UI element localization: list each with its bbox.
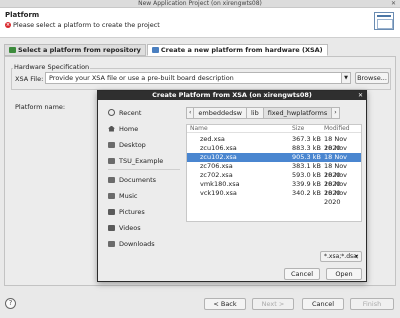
places-separator: [108, 169, 180, 170]
browse-button[interactable]: Browse...: [355, 72, 389, 84]
place-label: Pictures: [119, 207, 145, 216]
wizard-footer: ? < Back Next > Cancel Finish: [0, 292, 400, 318]
clock-icon: [108, 109, 115, 116]
error-icon: ×: [5, 22, 11, 28]
help-icon[interactable]: ?: [5, 298, 16, 309]
place-downloads[interactable]: Downloads: [104, 238, 180, 249]
breadcrumb-item-current[interactable]: fixed_hwplatforms: [262, 107, 333, 119]
dialog-close-icon[interactable]: ✕: [358, 91, 363, 100]
dialog-title-text: Create Platform from XSA (on xirengwts08…: [152, 91, 312, 99]
place-recent[interactable]: Recent: [104, 107, 180, 118]
place-documents[interactable]: Documents: [104, 174, 180, 185]
dialog-title: Create Platform from XSA (on xirengwts08…: [98, 91, 366, 100]
file-row[interactable]: zc706.xsa 383.1 kB 18 Nov 2020: [187, 162, 361, 179]
platform-tabs: Select a platform from repository Create…: [4, 44, 329, 56]
file-row[interactable]: zcu106.xsa 883.3 kB 18 Nov 2020: [187, 144, 361, 161]
videos-icon: [108, 224, 115, 231]
file-size: 340.2 kB: [292, 189, 321, 197]
file-row-selected[interactable]: zcu102.xsa 905.3 kB 18 Nov 2020: [187, 153, 361, 170]
window-close-icon[interactable]: ✕: [391, 0, 396, 8]
platform-name-label: Platform name:: [15, 103, 66, 111]
next-button[interactable]: Next >: [252, 298, 294, 310]
repository-icon: [9, 47, 16, 53]
file-size: 339.9 kB: [292, 180, 321, 188]
xsa-file-input[interactable]: Provide your XSA file or use a pre-built…: [45, 72, 351, 84]
file-name: zc702.xsa: [200, 171, 233, 179]
place-music[interactable]: Music: [104, 190, 180, 201]
file-size: 883.3 kB: [292, 144, 321, 152]
file-row[interactable]: zed.xsa 367.3 kB 18 Nov 2020: [187, 135, 361, 152]
tab-label: Select a platform from repository: [18, 45, 141, 54]
place-desktop[interactable]: Desktop: [104, 139, 180, 150]
dialog-cancel-button[interactable]: Cancel: [284, 268, 320, 280]
filter-value: *.xsa;*.dsa;: [324, 253, 359, 260]
place-label: Documents: [119, 175, 157, 184]
tab-label: Create a new platform from hardware (XSA…: [160, 45, 323, 54]
downloads-icon: [108, 240, 115, 247]
file-modified: 18 Nov 2020: [324, 189, 348, 206]
place-label: Music: [119, 191, 138, 200]
file-name: zed.xsa: [200, 135, 225, 143]
home-icon: [108, 125, 115, 132]
hardware-spec-title: Hardware Specification: [13, 63, 91, 71]
tab-create-platform[interactable]: Create a new platform from hardware (XSA…: [146, 44, 328, 56]
header-message-text: Please select a platform to create the p…: [13, 21, 160, 29]
breadcrumb-forward-button[interactable]: ›: [331, 107, 340, 119]
folder-icon: [108, 157, 115, 164]
wizard-header: Platform × Please select a platform to c…: [0, 8, 400, 38]
column-modified[interactable]: Modified: [324, 125, 350, 133]
place-home[interactable]: Home: [104, 123, 180, 134]
wizard-banner-icon: [374, 12, 394, 30]
back-button[interactable]: < Back: [204, 298, 246, 310]
file-row[interactable]: vck190.xsa 340.2 kB 18 Nov 2020: [187, 189, 361, 206]
place-label: Downloads: [119, 239, 155, 248]
file-size: 383.1 kB: [292, 162, 321, 170]
file-filter-dropdown[interactable]: *.xsa;*.dsa; ▾: [320, 251, 362, 262]
file-size: 593.0 kB: [292, 171, 321, 179]
breadcrumb-item[interactable]: lib: [245, 107, 264, 119]
file-name: vmk180.xsa: [200, 180, 240, 188]
dialog-open-button[interactable]: Open: [326, 268, 362, 280]
file-list-header: Name Size Modified: [187, 125, 361, 133]
file-list: Name Size Modified zed.xsa 367.3 kB 18 N…: [186, 124, 362, 222]
header-message: × Please select a platform to create the…: [5, 21, 160, 29]
file-row[interactable]: vmk180.xsa 339.9 kB 18 Nov 2020: [187, 180, 361, 197]
place-label: Videos: [119, 223, 141, 232]
file-chooser-dialog: Create Platform from XSA (on xirengwts08…: [97, 90, 367, 282]
place-pictures[interactable]: Pictures: [104, 206, 180, 217]
place-label: TSU_Example: [119, 156, 164, 165]
column-size[interactable]: Size: [292, 125, 304, 133]
file-size: 905.3 kB: [292, 153, 321, 161]
file-size: 367.3 kB: [292, 135, 321, 143]
chevron-down-icon: ▾: [354, 253, 358, 260]
cancel-button[interactable]: Cancel: [302, 298, 344, 310]
place-label: Desktop: [119, 140, 146, 149]
places-sidebar: Recent Home Desktop TSU_Example Document…: [104, 104, 180, 280]
column-name[interactable]: Name: [190, 125, 208, 133]
file-name: zcu102.xsa: [200, 153, 237, 161]
file-name: zcu106.xsa: [200, 144, 237, 152]
file-name: zc706.xsa: [200, 162, 233, 170]
file-name: vck190.xsa: [200, 189, 237, 197]
breadcrumb-item[interactable]: embeddedsw: [193, 107, 247, 119]
file-row[interactable]: zc702.xsa 593.0 kB 18 Nov 2020: [187, 171, 361, 188]
xsa-file-label: XSA File:: [15, 75, 44, 83]
page-title: Platform: [5, 11, 40, 19]
chevron-down-icon: ▼: [344, 75, 348, 81]
music-icon: [108, 192, 115, 199]
tab-select-platform[interactable]: Select a platform from repository: [4, 44, 146, 56]
finish-button[interactable]: Finish: [350, 298, 394, 310]
place-label: Recent: [119, 108, 142, 117]
hardware-icon: [151, 47, 159, 53]
pictures-icon: [108, 208, 115, 215]
folder-icon: [108, 141, 115, 148]
window-titlebar: New Application Project (on xirengwts08)…: [0, 0, 400, 8]
xsa-dropdown-button[interactable]: ▼: [341, 72, 351, 84]
path-breadcrumb: ‹ embeddedsw lib fixed_hwplatforms ›: [186, 107, 340, 119]
window-title: New Application Project (on xirengwts08): [138, 0, 262, 7]
folder-icon: [108, 176, 115, 183]
place-label: Home: [119, 124, 139, 133]
place-videos[interactable]: Videos: [104, 222, 180, 233]
place-tsu-example[interactable]: TSU_Example: [104, 155, 180, 166]
